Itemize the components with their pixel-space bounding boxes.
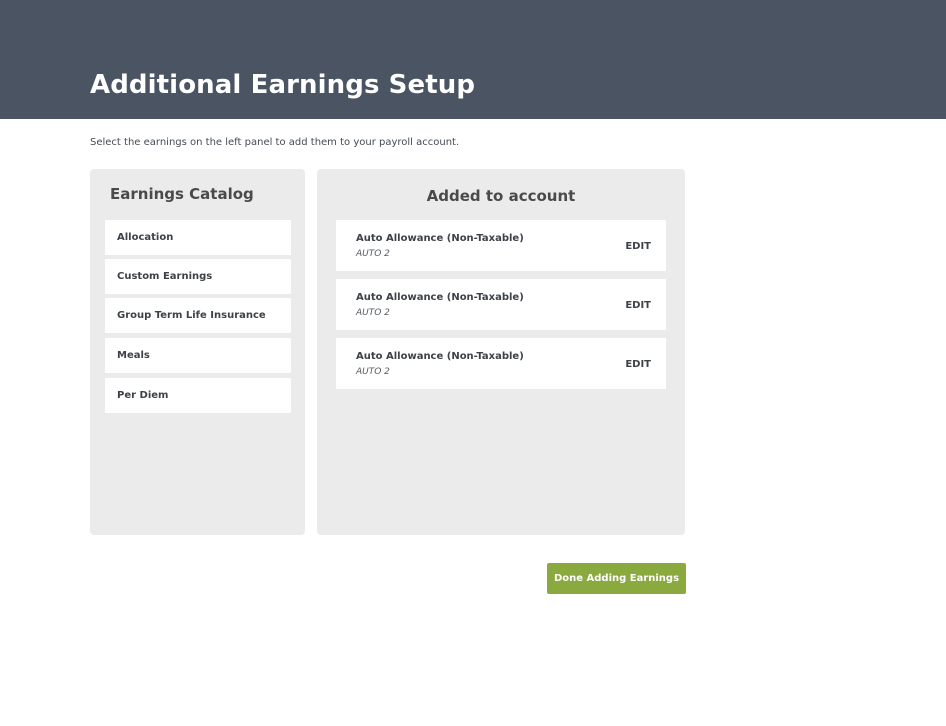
earning-name: Auto Allowance (Non-Taxable) — [356, 292, 524, 303]
earning-code: AUTO 2 — [356, 367, 390, 377]
page-title: Additional Earnings Setup — [90, 70, 476, 100]
added-title: Added to account — [426, 187, 576, 205]
catalog-item-label: Custom Earnings — [117, 271, 213, 282]
edit-button[interactable]: EDIT — [625, 241, 651, 252]
catalog-item-group-term-life-insurance[interactable]: Group Term Life Insurance — [105, 298, 291, 333]
catalog-item-label: Meals — [117, 350, 150, 361]
added-to-account-panel: Added to account Auto Allowance (Non-Tax… — [317, 169, 685, 535]
instructions-text: Select the earnings on the left panel to… — [90, 137, 460, 148]
catalog-item-label: Allocation — [117, 232, 174, 243]
catalog-item-custom-earnings[interactable]: Custom Earnings — [105, 259, 291, 294]
catalog-item-meals[interactable]: Meals — [105, 338, 291, 373]
added-earning-item: Auto Allowance (Non-Taxable) AUTO 2 EDIT — [336, 220, 666, 271]
catalog-list: Allocation Custom Earnings Group Term Li… — [105, 220, 291, 417]
added-earning-item: Auto Allowance (Non-Taxable) AUTO 2 EDIT — [336, 279, 666, 330]
edit-button[interactable]: EDIT — [625, 359, 651, 370]
earning-name: Auto Allowance (Non-Taxable) — [356, 233, 524, 244]
catalog-item-allocation[interactable]: Allocation — [105, 220, 291, 255]
added-earning-item: Auto Allowance (Non-Taxable) AUTO 2 EDIT — [336, 338, 666, 389]
catalog-item-per-diem[interactable]: Per Diem — [105, 378, 291, 413]
earnings-catalog-panel: Earnings Catalog Allocation Custom Earni… — [90, 169, 305, 535]
catalog-title: Earnings Catalog — [110, 185, 254, 203]
earning-name: Auto Allowance (Non-Taxable) — [356, 351, 524, 362]
catalog-item-label: Group Term Life Insurance — [117, 310, 266, 321]
catalog-item-label: Per Diem — [117, 390, 169, 401]
earning-code: AUTO 2 — [356, 308, 390, 318]
added-list: Auto Allowance (Non-Taxable) AUTO 2 EDIT… — [336, 220, 666, 397]
edit-button[interactable]: EDIT — [625, 300, 651, 311]
done-adding-earnings-button[interactable]: Done Adding Earnings — [547, 563, 686, 594]
earning-code: AUTO 2 — [356, 249, 390, 259]
page-header: Additional Earnings Setup — [0, 0, 946, 119]
